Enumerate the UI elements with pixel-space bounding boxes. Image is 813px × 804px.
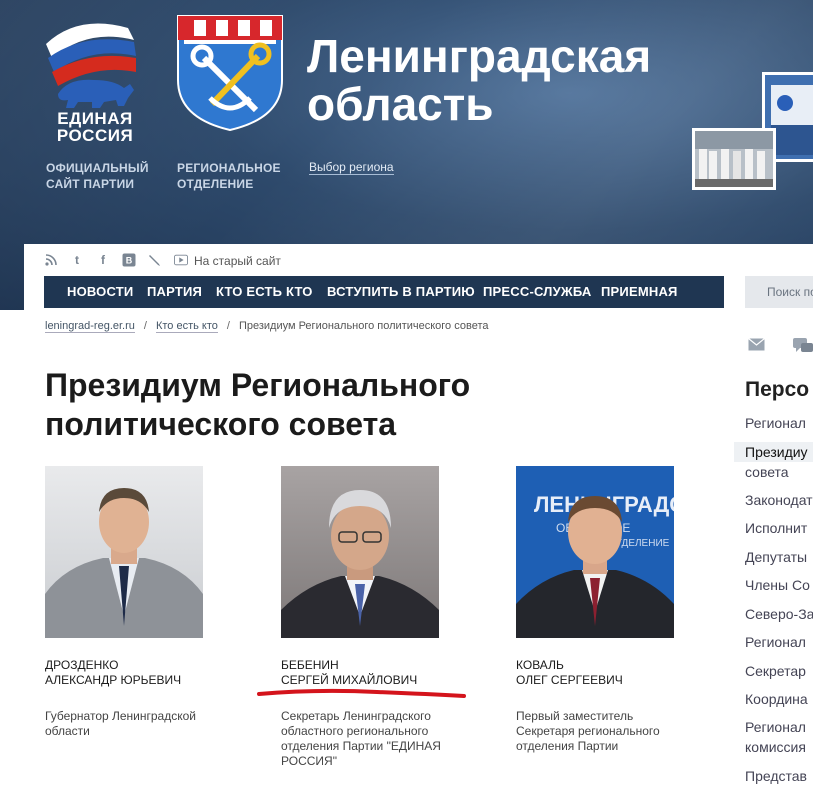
regional-caption-line-2: ОТДЕЛЕНИЕ <box>177 177 254 191</box>
sidebar-item[interactable]: Регионал <box>745 632 806 652</box>
person-name-bebenin[interactable]: БЕБЕНИН СЕРГЕЙ МИХАЙЛОВИЧ <box>281 658 417 688</box>
sidebar-item[interactable]: Координа <box>745 689 808 709</box>
facebook-icon[interactable]: f <box>96 253 110 267</box>
brand-line-2: РОССИЯ <box>56 126 134 145</box>
position-line-3: отделения Партии <box>516 739 619 753</box>
person-given-name: ОЛЕГ СЕРГЕЕВИЧ <box>516 673 623 687</box>
official-site-caption[interactable]: ОФИЦИАЛЬНЫЙ САЙТ ПАРТИИ <box>46 160 149 192</box>
share-icons <box>748 338 813 359</box>
nav-party[interactable]: ПАРТИЯ <box>147 284 202 299</box>
person-name-drozdenko[interactable]: ДРОЗДЕНКО АЛЕКСАНДР ЮРЬЕВИЧ <box>45 658 181 688</box>
region-select-link[interactable]: Выбор региона <box>309 160 394 175</box>
mail-icon[interactable] <box>748 338 765 359</box>
brand-line-1: ЕДИНАЯ <box>57 109 133 128</box>
person-photo-bebenin[interactable] <box>281 466 439 638</box>
region-title-line-2: область <box>307 78 494 130</box>
page-title-line-2: политического совета <box>45 406 397 442</box>
position-line-1: Губернатор Ленинградской <box>45 709 196 723</box>
sidebar-item[interactable]: Члены Со <box>745 575 810 595</box>
position-line-2: области <box>45 724 90 738</box>
livejournal-icon[interactable] <box>148 253 162 267</box>
breadcrumb: leningrad-reg.er.ru / Кто есть кто / Президи… <box>45 320 489 333</box>
person-surname: КОВАЛЬ <box>516 658 564 672</box>
nav-who-is-who[interactable]: КТО ЕСТЬ КТО <box>216 284 313 299</box>
position-line-1: Первый заместитель <box>516 709 634 723</box>
position-line-2: областного регионального <box>281 724 429 738</box>
rss-icon[interactable] <box>44 253 58 267</box>
sidebar-item[interactable]: Регионал <box>745 413 806 433</box>
page-title-line-1: Президиум Регионального <box>45 367 471 403</box>
position-line-4: РОССИЯ" <box>281 754 337 768</box>
region-title-line-1: Ленинградская <box>307 30 652 82</box>
sidebar-item[interactable]: Законодат <box>745 490 813 510</box>
sidebar-item[interactable]: Северо-За <box>745 604 813 624</box>
nav-press-service[interactable]: ПРЕСС-СЛУЖБА <box>483 284 591 299</box>
svg-text:B: B <box>126 256 133 266</box>
old-site-link[interactable]: На старый сайт <box>194 254 281 268</box>
social-links: t f B <box>44 252 200 268</box>
sidebar-item-active[interactable]: Президиу <box>734 442 813 462</box>
regional-branch-caption[interactable]: РЕГИОНАЛЬНОЕ ОТДЕЛЕНИЕ <box>177 160 281 192</box>
sidebar-item[interactable]: Депутаты <box>745 547 807 567</box>
breadcrumb-section[interactable]: Кто есть кто <box>155 320 218 333</box>
sidebar-title: Персо <box>745 378 810 401</box>
red-underline-annotation <box>257 688 466 698</box>
nav-join-party[interactable]: ВСТУПИТЬ В ПАРТИЮ <box>327 284 475 299</box>
photo-drozdenko-image <box>45 466 203 638</box>
position-line-3: отделения Партии "ЕДИНАЯ <box>281 739 441 753</box>
person-name-koval[interactable]: КОВАЛЬ ОЛЕГ СЕРГЕЕВИЧ <box>516 658 623 688</box>
breadcrumb-home[interactable]: leningrad-reg.er.ru <box>45 320 135 333</box>
person-position-bebenin: Секретарь Ленинградского областного реги… <box>281 709 441 769</box>
photo-koval-image: ЛЕНИНГРАДСКО ОБЛАСТНОЕ ОТДЕЛЕНИЕ <box>516 466 674 638</box>
breadcrumb-separator: / <box>143 320 147 332</box>
person-surname: ДРОЗДЕНКО <box>45 658 119 672</box>
official-caption-line-2: САЙТ ПАРТИИ <box>46 177 135 191</box>
person-given-name: СЕРГЕЙ МИХАЙЛОВИЧ <box>281 673 418 687</box>
person-position-koval: Первый заместитель Секретаря регионально… <box>516 709 660 754</box>
sidebar-item[interactable]: Представ <box>745 766 807 786</box>
sidebar-item[interactable]: Исполнит <box>745 518 807 538</box>
sidebar-item-line-2[interactable]: комиссия <box>745 737 806 757</box>
twitter-icon[interactable]: t <box>70 253 84 267</box>
photo-bebenin-image <box>281 466 439 638</box>
header-photo-parade <box>692 128 776 190</box>
page-title: Президиум Регионального политического со… <box>45 366 585 444</box>
nav-news[interactable]: НОВОСТИ <box>67 284 133 299</box>
sidebar-item-active-line-2[interactable]: совета <box>745 462 789 482</box>
youtube-icon[interactable] <box>174 253 188 267</box>
regional-caption-line-1: РЕГИОНАЛЬНОЕ <box>177 161 281 175</box>
parade-photo-image <box>695 131 773 187</box>
breadcrumb-current: Президиум Регионального политического со… <box>238 320 489 332</box>
main-nav: НОВОСТИ ПАРТИЯ КТО ЕСТЬ КТО ВСТУПИТЬ В П… <box>44 276 724 308</box>
comments-icon[interactable] <box>793 338 813 359</box>
person-position-drozdenko: Губернатор Ленинградской области <box>45 709 196 739</box>
breadcrumb-separator: / <box>226 320 230 332</box>
official-caption-line-1: ОФИЦИАЛЬНЫЙ <box>46 161 149 175</box>
search-input[interactable]: Поиск по <box>745 276 813 308</box>
person-surname: БЕБЕНИН <box>281 658 339 672</box>
leningrad-oblast-crest-icon <box>177 15 283 132</box>
region-title: Ленинградская область <box>307 32 727 128</box>
sidebar-item[interactable]: Регионал <box>745 717 806 737</box>
position-line-2: Секретаря регионального <box>516 724 660 738</box>
person-given-name: АЛЕКСАНДР ЮРЬЕВИЧ <box>45 673 182 687</box>
position-line-1: Секретарь Ленинградского <box>281 709 431 723</box>
nav-reception[interactable]: ПРИЕМНАЯ <box>601 284 678 299</box>
sidebar-item[interactable]: Секретар <box>745 661 806 681</box>
person-photo-drozdenko[interactable] <box>45 466 203 638</box>
vk-icon[interactable]: B <box>122 253 136 267</box>
person-photo-koval[interactable]: ЛЕНИНГРАДСКО ОБЛАСТНОЕ ОТДЕЛЕНИЕ <box>516 466 674 638</box>
brand-name: ЕДИНАЯ РОССИЯ <box>40 110 150 144</box>
